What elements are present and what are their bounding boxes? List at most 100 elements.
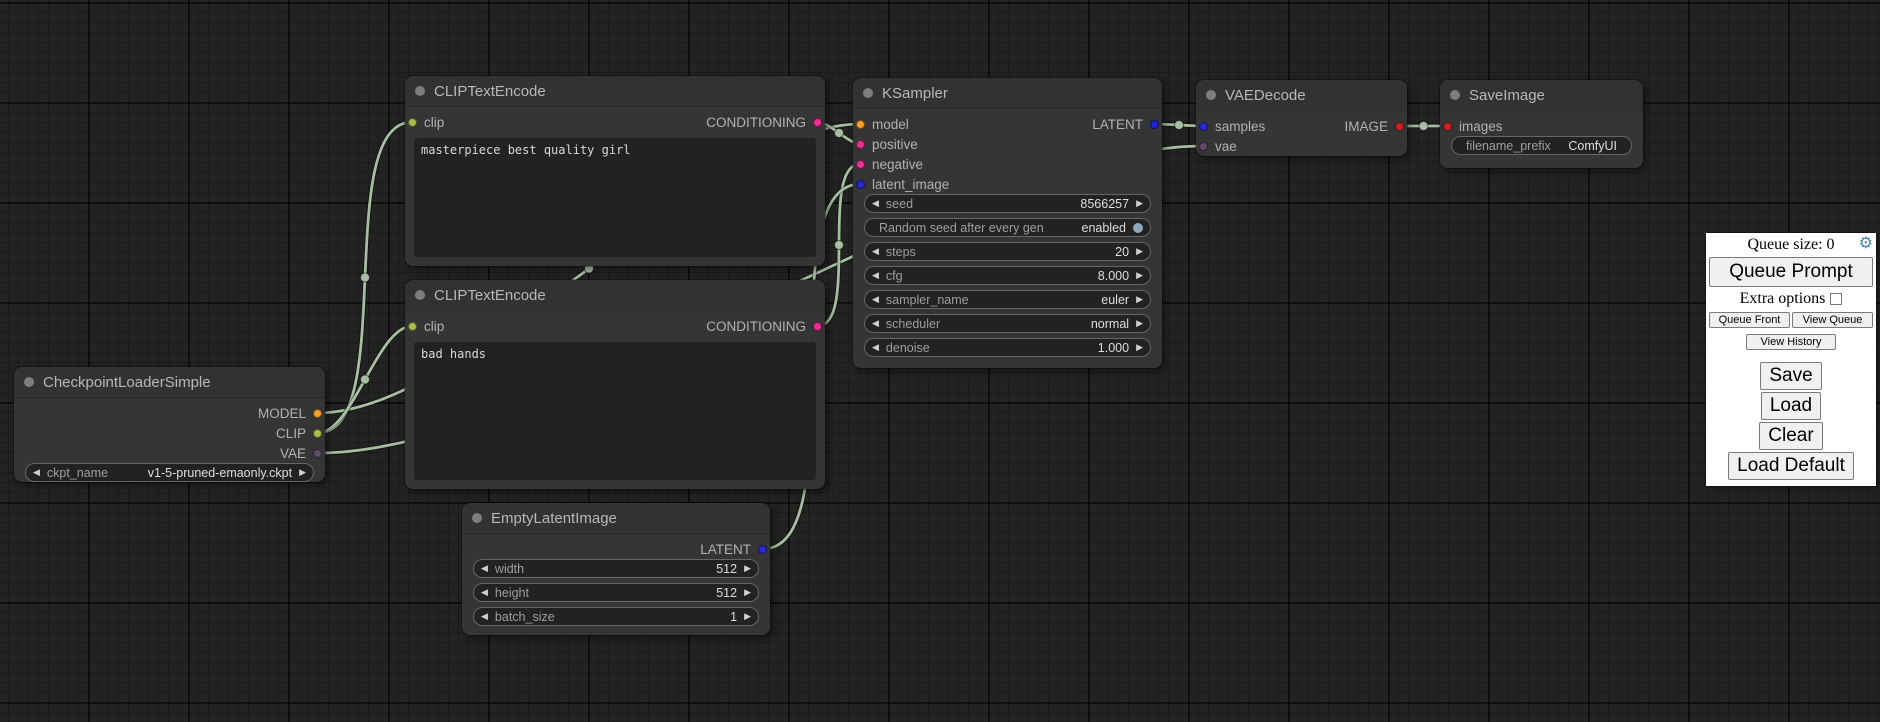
widget-random-seed-after-every-gen[interactable]: Random seed after every genenabled — [864, 218, 1151, 237]
widget-filename_prefix[interactable]: filename_prefixComfyUI — [1451, 136, 1632, 155]
widget-value: v1-5-pruned-emaonly.ckpt — [148, 466, 292, 480]
widget-ckpt_name[interactable]: ◀ckpt_namev1-5-pruned-emaonly.ckpt▶ — [25, 463, 314, 482]
output-port-dot-CONDITIONING[interactable] — [813, 118, 822, 127]
node-graph-canvas[interactable]: CheckpointLoaderSimple MODEL CLIP VAE◀ckpt_… — [0, 0, 1880, 722]
output-port-dot-IMAGE[interactable] — [1395, 122, 1404, 131]
widget-decrement-arrow-icon[interactable]: ◀ — [865, 195, 886, 212]
widget-increment-arrow-icon[interactable]: ▶ — [1129, 243, 1150, 260]
widget-decrement-arrow-icon[interactable]: ◀ — [474, 584, 495, 601]
widget-increment-arrow-icon[interactable]: ▶ — [737, 608, 758, 625]
widget-value: normal — [1091, 317, 1129, 331]
collapse-dot-icon[interactable] — [472, 513, 482, 523]
collapse-dot-icon[interactable] — [415, 290, 425, 300]
node-ksampler[interactable]: KSamplermodelLATENTpositivenegativelaten… — [853, 78, 1162, 368]
input-port-dot-vae[interactable] — [1199, 142, 1208, 151]
widget-decrement-arrow-icon[interactable]: ◀ — [26, 464, 47, 481]
widget-sampler_name[interactable]: ◀sampler_nameeuler▶ — [864, 290, 1151, 309]
node-title-bar[interactable]: VAEDecode — [1196, 80, 1407, 111]
node-title-bar[interactable]: CLIPTextEncode — [405, 76, 825, 107]
input-port-dot-images[interactable] — [1443, 122, 1452, 131]
toggle-indicator-icon[interactable] — [1133, 223, 1143, 233]
view-history-button[interactable]: View History — [1746, 334, 1836, 350]
widget-width[interactable]: ◀width512▶ — [473, 559, 759, 578]
widget-increment-arrow-icon[interactable]: ▶ — [292, 464, 313, 481]
widget-decrement-arrow-icon[interactable]: ◀ — [865, 339, 886, 356]
widget-scheduler[interactable]: ◀scheduler normal▶ — [864, 314, 1151, 333]
node-checkpoint-loader[interactable]: CheckpointLoaderSimple MODEL CLIP VAE◀ckpt_… — [14, 367, 325, 482]
collapse-dot-icon[interactable] — [863, 88, 873, 98]
port-row: clipCONDITIONING — [405, 112, 825, 132]
widget-decrement-arrow-icon[interactable]: ◀ — [474, 560, 495, 577]
widget-value: euler — [1101, 293, 1129, 307]
widgets: ◀width512▶ ◀height512▶ ◀batch_size1▶ — [462, 559, 770, 626]
output-port-dot-MODEL[interactable] — [313, 409, 322, 418]
queue-front-button[interactable]: Queue Front — [1709, 312, 1790, 328]
output-port-dot-CONDITIONING[interactable] — [813, 322, 822, 331]
widget-increment-arrow-icon[interactable]: ▶ — [1129, 315, 1150, 332]
widget-decrement-arrow-icon[interactable]: ◀ — [865, 267, 886, 284]
output-port-dot-VAE[interactable] — [313, 449, 322, 458]
input-port-dot-model[interactable] — [856, 120, 865, 129]
widget-increment-arrow-icon[interactable]: ▶ — [1129, 195, 1150, 212]
queue-prompt-button[interactable]: Queue Prompt — [1709, 257, 1873, 287]
node-save-image[interactable]: SaveImageimagesfilename_prefixComfyUI — [1440, 80, 1643, 168]
clear-button[interactable]: Clear — [1759, 422, 1822, 450]
output-port-label: CLIP — [276, 426, 306, 441]
prompt-text-input[interactable]: bad hands — [414, 342, 816, 480]
output-port-dot-LATENT[interactable] — [758, 545, 767, 554]
input-port-dot-clip[interactable] — [408, 118, 417, 127]
node-vae-decode[interactable]: VAEDecodesamplesIMAGEvae — [1196, 80, 1407, 156]
port-row: samplesIMAGE — [1196, 116, 1407, 136]
save-button[interactable]: Save — [1760, 362, 1821, 390]
view-queue-button[interactable]: View Queue — [1792, 312, 1873, 328]
widget-decrement-arrow-icon[interactable]: ◀ — [865, 291, 886, 308]
input-port-dot-samples[interactable] — [1199, 122, 1208, 131]
widget-decrement-arrow-icon[interactable]: ◀ — [865, 315, 886, 332]
node-body: samplesIMAGEvae — [1196, 111, 1407, 156]
node-title: KSampler — [882, 85, 948, 102]
widget-cfg[interactable]: ◀cfg8.000▶ — [864, 266, 1151, 285]
collapse-dot-icon[interactable] — [415, 86, 425, 96]
widget-decrement-arrow-icon[interactable]: ◀ — [474, 608, 495, 625]
input-port-dot-latent_image[interactable] — [856, 180, 865, 189]
extra-options-checkbox[interactable] — [1830, 293, 1842, 305]
widget-label: scheduler — [886, 317, 940, 331]
node-clip-text-encode-negative[interactable]: CLIPTextEncodeclipCONDITIONINGbad hands — [405, 280, 825, 489]
collapse-dot-icon[interactable] — [1206, 90, 1216, 100]
widget-height[interactable]: ◀height512▶ — [473, 583, 759, 602]
load-default-button[interactable]: Load Default — [1728, 452, 1854, 480]
output-port-dot-LATENT[interactable] — [1150, 120, 1159, 129]
widget-steps[interactable]: ◀steps20▶ — [864, 242, 1151, 261]
node-clip-text-encode-positive[interactable]: CLIPTextEncode clipCONDITIONING masterpiec… — [405, 76, 825, 266]
input-port-dot-positive[interactable] — [856, 140, 865, 149]
node-title-bar[interactable]: KSampler — [853, 78, 1162, 109]
collapse-dot-icon[interactable] — [24, 377, 34, 387]
widget-increment-arrow-icon[interactable]: ▶ — [737, 584, 758, 601]
widget-denoise[interactable]: ◀denoise1.000▶ — [864, 338, 1151, 357]
node-title-bar[interactable]: EmptyLatentImage — [462, 503, 770, 534]
node-title: CLIPTextEncode — [434, 83, 546, 100]
widget-seed[interactable]: ◀seed8566257▶ — [864, 194, 1151, 213]
node-title-bar[interactable]: CheckpointLoaderSimple — [14, 367, 325, 398]
widget-increment-arrow-icon[interactable]: ▶ — [1129, 339, 1150, 356]
widget-decrement-arrow-icon[interactable]: ◀ — [865, 243, 886, 260]
port-row: LATENT — [462, 539, 770, 559]
input-port-label: negative — [872, 157, 923, 172]
input-port-dot-clip[interactable] — [408, 322, 417, 331]
input-port-label: clip — [424, 319, 444, 334]
port-row: MODEL — [14, 403, 325, 423]
load-button[interactable]: Load — [1761, 392, 1821, 420]
output-port-dot-CLIP[interactable] — [313, 429, 322, 438]
collapse-dot-icon[interactable] — [1450, 90, 1460, 100]
port-row: VAE — [14, 443, 325, 463]
node-title-bar[interactable]: SaveImage — [1440, 80, 1643, 111]
input-port-dot-negative[interactable] — [856, 160, 865, 169]
widget-increment-arrow-icon[interactable]: ▶ — [1129, 267, 1150, 284]
settings-gear-icon[interactable]: ⚙ — [1859, 235, 1873, 253]
widget-increment-arrow-icon[interactable]: ▶ — [1129, 291, 1150, 308]
node-empty-latent-image[interactable]: EmptyLatentImage LATENT◀width512▶ ◀height5… — [462, 503, 770, 635]
prompt-text-input[interactable]: masterpiece best quality girl — [414, 138, 816, 257]
widget-batch_size[interactable]: ◀batch_size1▶ — [473, 607, 759, 626]
widget-increment-arrow-icon[interactable]: ▶ — [737, 560, 758, 577]
node-title-bar[interactable]: CLIPTextEncode — [405, 280, 825, 311]
